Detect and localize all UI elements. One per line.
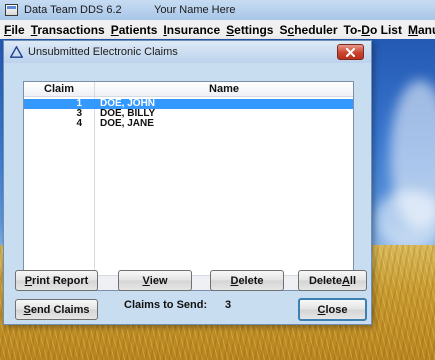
app-titlebar: Data Team DDS 6.2 Your Name Here (0, 0, 435, 20)
table-row[interactable]: 4 DOE, JANE (24, 119, 353, 129)
dialog-title: Unsubmitted Electronic Claims (28, 46, 178, 58)
menu-manu[interactable]: Manu (405, 23, 435, 37)
view-button[interactable]: View (118, 270, 192, 291)
menu-patients[interactable]: Patients (108, 23, 161, 37)
print-report-button[interactable]: Print Report (15, 270, 98, 291)
unsubmitted-claims-dialog: Unsubmitted Electronic Claims Claim Name… (3, 40, 372, 325)
menu-transactions[interactable]: Transactions (28, 23, 108, 37)
menu-scheduler[interactable]: Scheduler (276, 23, 340, 37)
list-rows: 1 DOE, JOHN 3 DOE, BILLY 4 DOE, JANE (24, 99, 353, 129)
cell-claim: 4 (76, 118, 82, 129)
send-claims-button[interactable]: Send Claims (15, 299, 98, 320)
menu-bar: File Transactions Patients Insurance Set… (0, 20, 435, 39)
table-row[interactable]: 1 DOE, JOHN (24, 99, 353, 109)
menu-file[interactable]: File (0, 23, 28, 37)
app-window-icon (5, 4, 18, 16)
app-title: Data Team DDS 6.2 (24, 4, 122, 16)
delete-button[interactable]: Delete (210, 270, 284, 291)
menu-settings[interactable]: Settings (223, 23, 276, 37)
menu-insurance[interactable]: Insurance (160, 23, 223, 37)
close-icon (346, 47, 355, 57)
cell-name: DOE, JANE (100, 118, 154, 129)
close-button[interactable]: Close (298, 298, 367, 321)
table-row[interactable]: 3 DOE, BILLY (24, 109, 353, 119)
cell-claim: 1 (76, 98, 82, 109)
cell-claim: 3 (76, 108, 82, 119)
claims-to-send-label: Claims to Send: (124, 299, 208, 311)
warning-triangle-icon (10, 46, 23, 58)
delete-all-button[interactable]: Delete All (298, 270, 367, 291)
dialog-close-x-button[interactable] (337, 44, 364, 60)
list-header: Claim Name (24, 82, 353, 97)
column-header-name[interactable]: Name (94, 82, 353, 97)
app-user-name: Your Name Here (154, 4, 236, 16)
column-header-claim[interactable]: Claim (24, 82, 94, 97)
claims-to-send-value: 3 (225, 299, 232, 311)
dialog-titlebar[interactable]: Unsubmitted Electronic Claims (4, 41, 371, 63)
claims-list[interactable]: Claim Name 1 DOE, JOHN 3 DOE, BILLY 4 DO… (23, 81, 354, 291)
menu-todo-list[interactable]: To-Do List (341, 23, 405, 37)
